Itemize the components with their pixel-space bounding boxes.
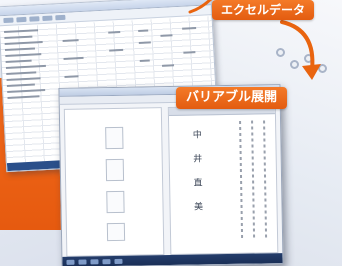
form-field-box[interactable] xyxy=(105,158,125,182)
cell-text xyxy=(5,64,46,70)
cell-text xyxy=(6,83,35,87)
ribbon-tab[interactable] xyxy=(42,15,53,22)
ribbon-tab[interactable] xyxy=(16,16,27,23)
excel-data-label: エクセルデータ xyxy=(212,0,315,20)
cell-text xyxy=(139,59,150,62)
preview-name-char: 美 xyxy=(193,202,204,213)
preview-name-char: 中 xyxy=(192,130,202,141)
taskbar-app-icon[interactable] xyxy=(102,258,111,264)
variable-expand-label: バリアブル展開 xyxy=(176,87,288,109)
ribbon-tab[interactable] xyxy=(29,16,40,22)
taskbar-app-icon[interactable] xyxy=(78,258,87,265)
form-field-box[interactable] xyxy=(105,126,124,150)
preview-name-char: 井 xyxy=(193,154,203,165)
form-layout-pane[interactable] xyxy=(63,107,165,257)
preview-text-line xyxy=(239,120,244,239)
print-preview-pane[interactable]: 中 井 直 美 xyxy=(167,105,279,256)
cell-text xyxy=(182,27,197,30)
ribbon-tab[interactable] xyxy=(3,17,14,24)
cell-text xyxy=(138,41,151,45)
curved-arrow-icon xyxy=(280,20,321,80)
cell-text xyxy=(4,41,43,46)
preview-text-line xyxy=(263,120,268,239)
cell-text xyxy=(109,48,124,52)
form-field-box[interactable] xyxy=(106,222,126,242)
cell-text xyxy=(160,34,173,37)
cell-text xyxy=(7,88,46,93)
cell-text xyxy=(5,53,42,58)
cell-text xyxy=(108,30,121,34)
cell-text xyxy=(6,77,41,81)
cell-text xyxy=(138,29,149,33)
taskbar-app-icon[interactable] xyxy=(90,258,99,264)
cell-text xyxy=(63,56,84,60)
form-editor-window: 中 井 直 美 xyxy=(58,84,284,266)
cell-text xyxy=(4,35,33,40)
taskbar-app-icon[interactable] xyxy=(114,258,123,264)
cell-text xyxy=(4,29,39,34)
cell-text xyxy=(62,39,79,43)
cell-text xyxy=(183,51,196,54)
taskbar-app-icon[interactable] xyxy=(66,259,75,265)
cell-text xyxy=(4,47,36,52)
preview-text-line xyxy=(251,120,256,239)
cell-text xyxy=(162,64,175,67)
cell-text xyxy=(7,95,40,99)
preview-name-char: 直 xyxy=(193,178,203,189)
cell-text xyxy=(64,75,79,78)
ribbon-tab[interactable] xyxy=(55,14,66,21)
cell-text xyxy=(6,71,37,75)
cell-text xyxy=(5,59,32,64)
form-field-box[interactable] xyxy=(106,190,125,214)
